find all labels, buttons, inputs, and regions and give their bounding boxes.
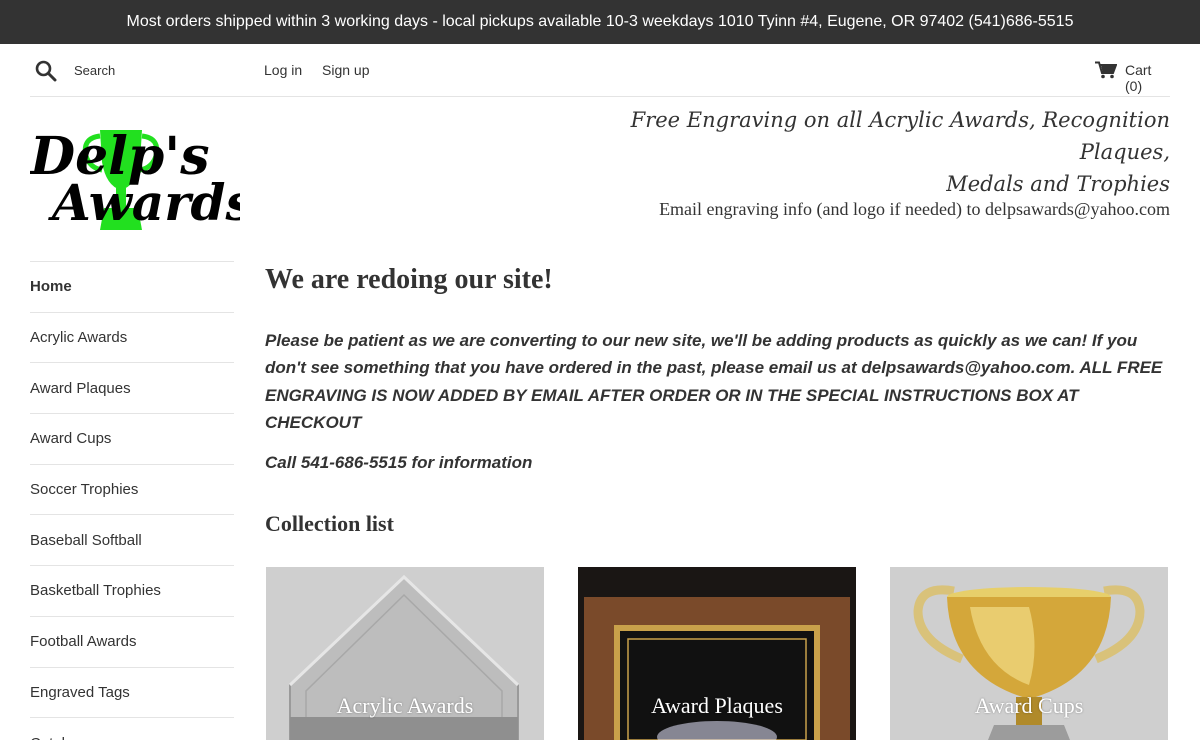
collection-card-award-cups[interactable]: Award Cups	[890, 567, 1168, 740]
sidebar-item-award-cups[interactable]: Award Cups	[30, 413, 234, 464]
collection-label: Award Plaques	[651, 693, 783, 718]
login-link[interactable]: Log in	[264, 62, 302, 78]
email-engraving-info: Email engraving info (and logo if needed…	[659, 199, 1170, 219]
engraving-tagline: Free Engraving on all Acrylic Awards, Re…	[550, 104, 1170, 200]
top-bar: Search Log in Sign up Cart (0)	[30, 44, 1170, 97]
sidebar-item-soccer-trophies[interactable]: Soccer Trophies	[30, 463, 234, 515]
signup-link[interactable]: Sign up	[322, 62, 369, 78]
page-title: We are redoing our site!	[265, 264, 553, 295]
sidebar-item-acrylic-awards[interactable]: Acrylic Awards	[30, 311, 234, 363]
collection-label: Award Cups	[974, 693, 1084, 718]
collection-card-award-plaques[interactable]: Award Plaques	[578, 567, 856, 740]
tagline-line-2: Medals and Trophies	[946, 172, 1170, 196]
search-icon[interactable]	[35, 60, 57, 82]
announcement-text: Most orders shipped within 3 working day…	[126, 13, 1074, 30]
sidebar-item-engraved-tags[interactable]: Engraved Tags	[30, 666, 234, 718]
announcement-bar: Most orders shipped within 3 working day…	[0, 0, 1200, 44]
logo-text-awards: Awards	[48, 173, 240, 232]
sidebar-item-basketball-trophies[interactable]: Basketball Trophies	[30, 565, 234, 616]
cart-link[interactable]: Cart (0)	[1125, 62, 1170, 94]
collection-list-heading: Collection list	[265, 511, 394, 536]
site-notice: Please be patient as we are converting t…	[265, 331, 1163, 432]
sidebar-item-home[interactable]: Home	[30, 261, 234, 312]
search-input[interactable]: Search	[74, 63, 115, 78]
sidebar-item-baseball-softball[interactable]: Baseball Softball	[30, 514, 234, 565]
sidebar-item-award-plaques[interactable]: Award Plaques	[30, 362, 234, 413]
call-info: Call 541-686-5515 for information	[265, 453, 533, 472]
sidebar-item-catalogs[interactable]: Catalogs	[30, 717, 234, 740]
delps-awards-logo[interactable]: Delp's Awards	[30, 124, 240, 234]
sidebar-item-football-awards[interactable]: Football Awards	[30, 615, 234, 667]
collection-label: Acrylic Awards	[336, 693, 474, 718]
cart-icon[interactable]	[1095, 61, 1117, 79]
tagline-line-1: Free Engraving on all Acrylic Awards, Re…	[630, 108, 1170, 164]
collection-card-acrylic-awards[interactable]: Acrylic Awards	[266, 567, 544, 740]
sidebar-nav: Home Acrylic Awards Award Plaques Award …	[30, 261, 234, 740]
